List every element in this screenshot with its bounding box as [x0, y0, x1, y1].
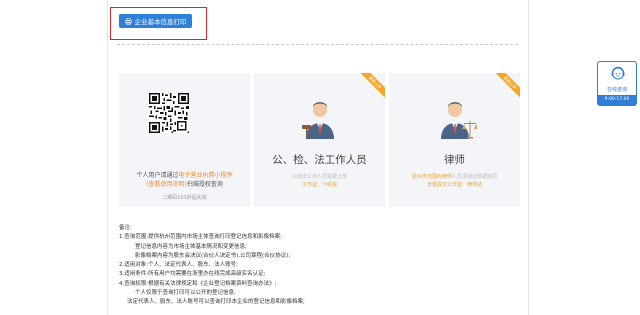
note-line: 2.适用对象:个人、法定代表人、股东、法人账号; [119, 262, 238, 269]
note-line: 法定代表人、股东、法人账号可以查询打印本企业的登记信息和影像档案; [127, 299, 305, 306]
consult-label: 在线咨询 [606, 87, 627, 93]
lawyer-card[interactable]: 需要上传 律师 杭州市范围内律师人员须通过数据协同 无需提交工作证、律师证 [389, 73, 520, 207]
note-line: 4.查询权限:根据有关法律规定和《企业登记档案资料查询办法》: [119, 280, 277, 287]
qr-instruction-line1: 个人用户请通过电子营业执照小程序 [119, 170, 250, 179]
section-divider [117, 44, 518, 45]
print-button-label: 企业基本信息打印 [134, 18, 187, 26]
upload-ribbon: 需要上传 [490, 73, 520, 103]
content-right-border [528, 0, 529, 315]
notes-section: 备注: 1.查询范围:提供杭州范围内市场主体查询打印登记信息和影像档案; 登记信… [119, 224, 519, 308]
qr-login-card: 个人用户请通过电子营业执照小程序 (查看使用说明)扫描授权查询 二维码161秒后… [119, 73, 250, 207]
official-card-title: 公、检、法工作人员 [272, 154, 367, 166]
lawyer-card-title: 律师 [444, 154, 465, 166]
ribbon-label: 需要上传 [356, 73, 385, 101]
note-line: 影像档案内容为股东会决议(合伙人决定书),公司章程(合伙协议); [135, 252, 291, 259]
enterprise-info-print-button[interactable]: 企业基本信息打印 [119, 14, 192, 28]
note-line: 个人仅限于查询打印可以公开的登记信息; [135, 290, 236, 297]
note-line: 登记信息内容为市场主体基本情况和变更信息; [135, 243, 247, 250]
lawyer-icon [441, 102, 477, 139]
customer-service-icon [611, 66, 625, 80]
official-card-desc: 公检法工作人员需要上传 [291, 174, 347, 180]
lawyer-card-docs: 无需提交工作证、律师证 [426, 182, 482, 188]
qr-instruction-text: 个人用户请通过 [136, 172, 179, 179]
print-icon [124, 17, 132, 25]
scan-authorize-text: 扫描授权查询 [186, 181, 223, 188]
ribbon-label: 需要上传 [491, 73, 520, 101]
officer-icon [302, 102, 334, 139]
upload-ribbon: 需要上传 [355, 73, 385, 103]
note-line: 备注: [119, 225, 132, 231]
official-card-docs: 工作证、介绍信 [301, 182, 337, 188]
online-consult-widget[interactable]: 在线咨询 9:00-17:00 [597, 61, 637, 106]
note-line: 3.适用条件:所有用户均需要在浙里办在线完成高级实名认证; [119, 271, 266, 278]
usage-guide-link[interactable]: (查看使用说明) [146, 181, 187, 188]
qr-instruction-line2: (查看使用说明)扫描授权查询 [119, 179, 250, 188]
mini-program-link[interactable]: 电子营业执照小程序 [179, 172, 233, 179]
note-line: 1.查询范围:提供杭州范围内市场主体查询打印登记信息和影像档案; [119, 234, 282, 241]
qr-expire-countdown: 二维码161秒后失效 [162, 195, 207, 201]
consult-hours: 9:00-17:00 [598, 95, 636, 105]
lawyer-desc-text: 人员须通过数据协同 [452, 174, 498, 180]
lawyer-desc-highlight: 杭州市范围内律师 [411, 174, 452, 180]
content-left-border [107, 0, 108, 315]
qr-code [149, 93, 189, 133]
official-staff-card[interactable]: 需要上传 公、检、法工作人员 公检法工作人员需要上传 工作证、介绍信 [254, 73, 385, 207]
lawyer-card-desc: 杭州市范围内律师人员须通过数据协同 [389, 173, 520, 180]
